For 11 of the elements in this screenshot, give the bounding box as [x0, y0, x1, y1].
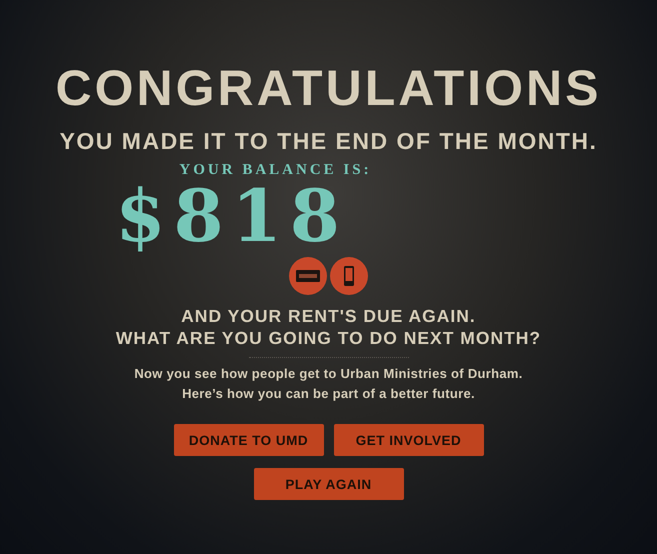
congratulations-heading: CONGRATULATIONS: [56, 59, 602, 118]
question-text: AND YOUR RENT'S DUE AGAIN.: [181, 305, 476, 327]
subtitle: YOU MADE IT TO THE END OF THE MONTH.: [60, 127, 598, 156]
question-text: WHAT ARE YOU GOING TO DO NEXT MONTH?: [116, 327, 542, 349]
action-button[interactable]: GET INVOLVED: [334, 424, 484, 456]
action-button[interactable]: PLAY AGAIN: [254, 468, 404, 500]
action-button[interactable]: DONATE TO UMD: [174, 424, 324, 456]
phone-icon: [330, 257, 368, 295]
message-text: Here’s how you can be part of a better future.: [182, 385, 475, 403]
message-text: Now you see how people get to Urban Ministries of Durham.: [134, 365, 523, 383]
card-icon: [289, 257, 327, 295]
